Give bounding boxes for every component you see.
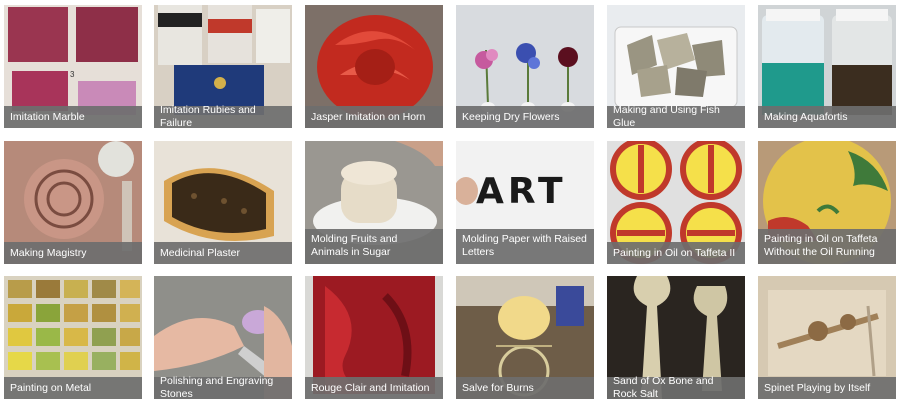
card-caption: Molding Paper with Raised Letters — [456, 229, 594, 264]
card-caption: Painting in Oil on Taffeta II — [607, 242, 745, 264]
card-painting-on-metal[interactable]: Painting on Metal — [4, 276, 142, 399]
card-title: Keeping Dry Flowers — [462, 110, 560, 123]
card-caption: Imitation Marble — [4, 106, 142, 128]
card-title: Polishing and Engraving Stones — [160, 375, 274, 399]
card-making-magistry[interactable]: Making Magistry — [4, 141, 142, 264]
card-medicinal-plaster[interactable]: Medicinal Plaster — [154, 141, 292, 264]
card-ox-bone[interactable]: Sand of Ox Bone and Rock Salt — [607, 276, 745, 399]
card-title: Medicinal Plaster — [160, 246, 240, 259]
card-title: Imitation Marble — [10, 110, 85, 123]
card-title: Making Magistry — [10, 246, 87, 259]
card-molding-sugar[interactable]: Molding Fruits and Animals in Sugar — [305, 141, 443, 264]
card-rouge-clair[interactable]: Rouge Clair and Imitation — [305, 276, 443, 399]
svg-text:3: 3 — [70, 70, 75, 79]
card-imitation-marble[interactable]: 3 Imitation Marble — [4, 5, 142, 128]
card-caption: Painting on Metal — [4, 377, 142, 399]
card-polishing-stones[interactable]: Polishing and Engraving Stones — [154, 276, 292, 399]
card-title: Making and Using Fish Glue — [613, 104, 720, 128]
card-title: Painting on Metal — [10, 381, 92, 394]
card-caption: Rouge Clair and Imitation — [305, 377, 443, 399]
card-molding-paper[interactable]: ART Molding Paper with Raised Letters — [456, 141, 594, 264]
card-title: Painting in Oil on Taffeta Without the O… — [764, 233, 878, 258]
card-jasper-imitation[interactable]: Jasper Imitation on Horn — [305, 5, 443, 128]
card-caption: Making Magistry — [4, 242, 142, 264]
card-title: Molding Fruits and Animals in Sugar — [311, 233, 398, 258]
card-caption: Imitation Rubies and Failure — [154, 104, 292, 128]
card-title: Salve for Burns — [462, 381, 534, 394]
entry-grid: 3 Imitation Marble Imitation Rubies and … — [0, 0, 900, 403]
card-aquafortis[interactable]: Making Aquafortis — [758, 5, 896, 128]
card-title: Jasper Imitation on Horn — [311, 110, 426, 123]
card-title: Imitation Rubies and Failure — [160, 104, 256, 128]
card-caption: Spinet Playing by Itself — [758, 377, 896, 399]
card-caption: Medicinal Plaster — [154, 242, 292, 264]
card-caption: Sand of Ox Bone and Rock Salt — [607, 375, 745, 399]
thumbnail-art-word: ART — [476, 171, 567, 212]
card-caption: Making Aquafortis — [758, 106, 896, 128]
card-caption: Molding Fruits and Animals in Sugar — [305, 229, 443, 264]
card-taffeta-without-oil[interactable]: Painting in Oil on Taffeta Without the O… — [758, 141, 896, 264]
card-taffeta-ii[interactable]: Painting in Oil on Taffeta II — [607, 141, 745, 264]
card-title: Painting in Oil on Taffeta II — [613, 246, 736, 259]
card-title: Rouge Clair and Imitation — [311, 381, 430, 394]
card-imitation-rubies[interactable]: Imitation Rubies and Failure — [154, 5, 292, 128]
card-title: Molding Paper with Raised Letters — [462, 233, 587, 258]
card-title: Making Aquafortis — [764, 110, 848, 123]
card-caption: Salve for Burns — [456, 377, 594, 399]
card-keeping-dry-flowers[interactable]: Keeping Dry Flowers — [456, 5, 594, 128]
card-title: Spinet Playing by Itself — [764, 381, 871, 394]
card-caption: Polishing and Engraving Stones — [154, 375, 292, 399]
card-spinet[interactable]: Spinet Playing by Itself — [758, 276, 896, 399]
card-caption: Keeping Dry Flowers — [456, 106, 594, 128]
card-caption: Jasper Imitation on Horn — [305, 106, 443, 128]
card-fish-glue[interactable]: Making and Using Fish Glue — [607, 5, 745, 128]
card-caption: Making and Using Fish Glue — [607, 104, 745, 128]
card-salve-for-burns[interactable]: Salve for Burns — [456, 276, 594, 399]
card-title: Sand of Ox Bone and Rock Salt — [613, 375, 714, 399]
card-caption: Painting in Oil on Taffeta Without the O… — [758, 229, 896, 264]
